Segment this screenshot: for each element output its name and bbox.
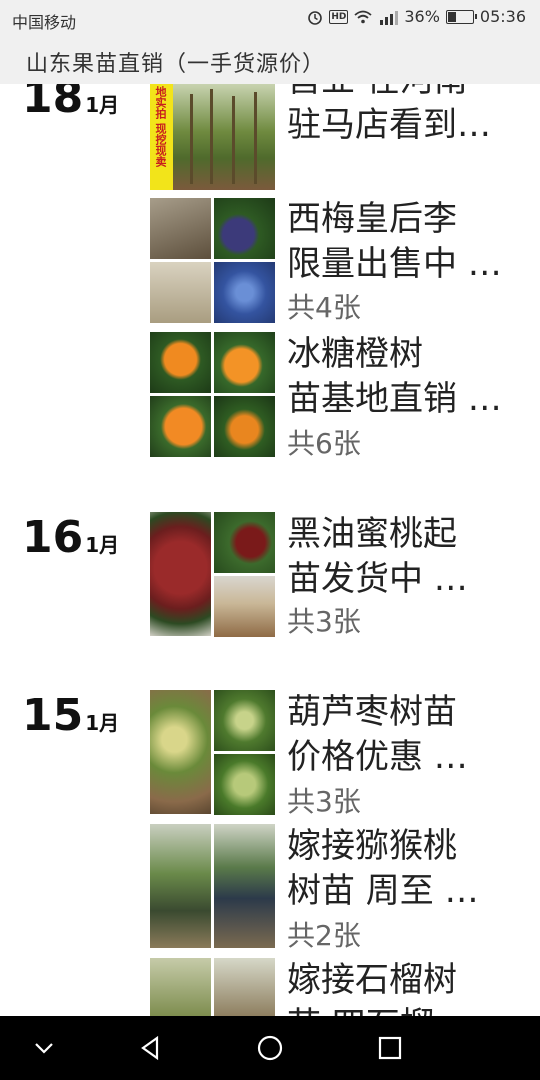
back-triangle-icon (141, 1035, 159, 1061)
post-thumbnail[interactable] (214, 262, 275, 323)
recents-button[interactable] (378, 1032, 402, 1068)
navigation-bar (0, 1016, 540, 1080)
post-thumbnail[interactable] (214, 576, 275, 637)
day-number: 16 (22, 512, 84, 563)
date-18: 18 1月 (22, 84, 119, 123)
post-thumbnail[interactable]: 地实拍 现挖现卖 (150, 84, 275, 190)
post-text[interactable]: 黑油蜜桃起 苗发货中 … (287, 512, 468, 602)
post-thumbnail[interactable] (214, 332, 275, 393)
battery-icon (445, 9, 477, 24)
post-text[interactable]: 嫁接猕猴桃 树苗 周至 … (287, 824, 479, 914)
hd-icon: HD (329, 9, 349, 24)
chevron-down-icon (35, 1043, 53, 1054)
post-text[interactable]: 营业 在河南 驻马店看到… (287, 84, 491, 148)
post-thumbnail[interactable] (214, 512, 275, 573)
post-text[interactable]: 嫁接石榴树 苗 四石榴 (287, 958, 457, 1016)
day-number: 15 (22, 690, 84, 741)
back-button[interactable] (138, 1032, 162, 1068)
post-thumbnail[interactable] (150, 512, 211, 636)
post-thumbnail[interactable] (214, 690, 275, 751)
post-thumbnail[interactable] (150, 396, 211, 457)
photo-banner: 地实拍 现挖现卖 (150, 84, 173, 190)
post-thumbnail[interactable] (150, 690, 211, 814)
post-thumbnail[interactable] (214, 824, 275, 948)
alarm-icon (308, 10, 323, 25)
post-feed[interactable]: 181月 地实拍 现挖现卖 营业 在河南 驻马店看到… 西梅皇后李 限量出售中 … (0, 84, 540, 1016)
post-text[interactable]: 冰糖橙树 苗基地直销 … (287, 332, 502, 422)
post-text[interactable]: 西梅皇后李 限量出售中 … (287, 197, 502, 287)
photo-count: 共2张 (287, 919, 361, 952)
home-button[interactable] (256, 1032, 284, 1068)
post-text[interactable]: 葫芦枣树苗 价格优惠 … (287, 690, 468, 780)
post-thumbnail[interactable] (214, 396, 275, 457)
post-thumbnail[interactable] (150, 332, 211, 393)
post-thumbnail[interactable] (150, 198, 211, 259)
post-thumbnail[interactable] (150, 824, 211, 948)
status-icons: HD 36% 05:36 (307, 7, 526, 26)
photo-count: 共3张 (287, 785, 361, 818)
month-label: 1月 (85, 93, 120, 117)
battery-percent: 36% (404, 7, 440, 26)
post-thumbnail[interactable] (214, 958, 275, 1016)
recents-square-icon (378, 1036, 402, 1060)
collapse-button[interactable] (32, 1032, 56, 1068)
status-bar: 中国移动 HD 36% 05:36 (0, 0, 540, 36)
photo-count: 共3张 (287, 605, 361, 638)
photo-count: 共6张 (287, 427, 361, 460)
date-16: 16 1月 (22, 512, 119, 563)
wifi-icon (354, 10, 372, 23)
date-15: 15 1月 (22, 690, 119, 741)
photo-count: 共4张 (287, 291, 361, 324)
post-thumbnail[interactable] (214, 198, 275, 259)
post-thumbnail[interactable] (214, 754, 275, 815)
signal-icon (380, 10, 399, 25)
post-thumbnail[interactable] (150, 958, 211, 1016)
app-header: 山东果苗直销（一手货源价） (0, 36, 540, 84)
month-label: 1月 (85, 533, 120, 557)
home-circle-icon (257, 1035, 283, 1061)
page-title: 山东果苗直销（一手货源价） (26, 52, 326, 77)
carrier-label: 中国移动 (12, 13, 77, 32)
day-number: 18 (22, 84, 84, 123)
post-thumbnail[interactable] (150, 262, 211, 323)
clock: 05:36 (479, 7, 526, 26)
month-label: 1月 (85, 711, 120, 735)
